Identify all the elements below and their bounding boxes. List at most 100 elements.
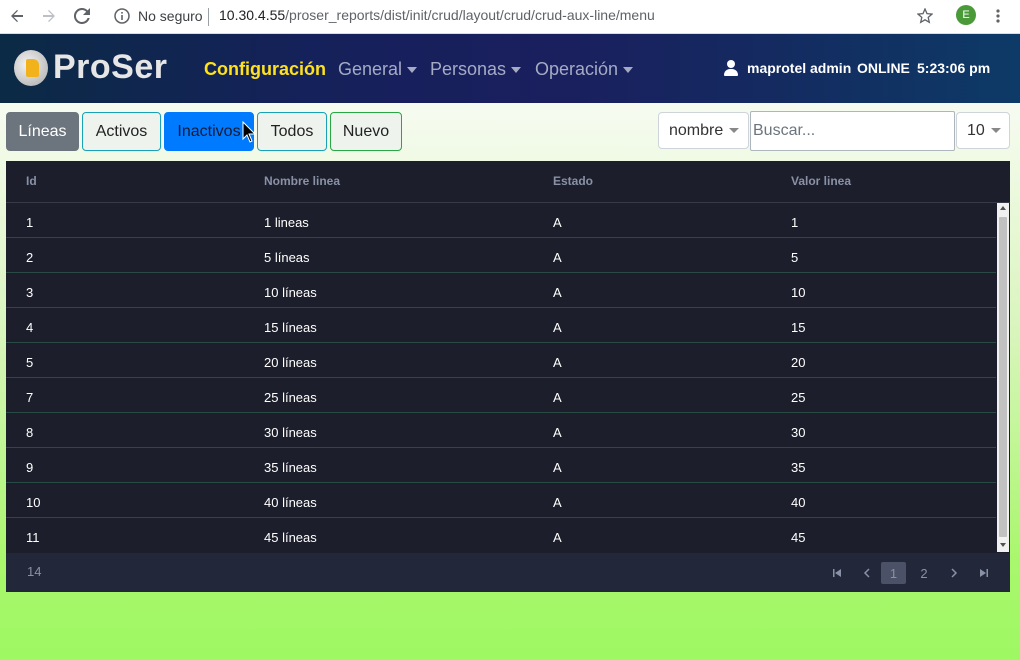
table-scrollbar[interactable] — [997, 203, 1009, 552]
cell-valor: 30 — [791, 425, 806, 440]
nav-general[interactable]: General — [338, 59, 418, 80]
cell-nombre: 20 líneas — [264, 355, 317, 370]
lineas-button[interactable]: Líneas — [6, 112, 79, 151]
forward-arrow-icon[interactable] — [40, 7, 58, 25]
todos-button[interactable]: Todos — [257, 112, 327, 151]
first-page-icon[interactable] — [826, 562, 848, 584]
cell-valor: 35 — [791, 460, 806, 475]
search-field-select[interactable]: nombre — [658, 112, 749, 149]
security-label[interactable]: No seguro — [138, 8, 203, 24]
cell-valor: 20 — [791, 355, 806, 370]
browser-toolbar: No seguro 10.30.4.55/proser_reports/dist… — [0, 0, 1020, 34]
online-status: ONLINE — [857, 60, 910, 76]
nuevo-button[interactable]: Nuevo — [330, 112, 402, 151]
cell-valor: 5 — [791, 250, 799, 265]
info-icon[interactable] — [113, 7, 131, 25]
cell-id: 7 — [26, 390, 34, 405]
cell-valor: 40 — [791, 495, 806, 510]
cell-id: 8 — [26, 425, 34, 440]
prev-page-icon[interactable] — [856, 562, 878, 584]
table-row[interactable]: 11 45 líneas A 45 — [6, 518, 996, 553]
caret-down-icon — [623, 67, 634, 74]
cell-nombre: 15 líneas — [264, 320, 317, 335]
column-header-id[interactable]: Id — [26, 174, 37, 188]
page-button[interactable]: 1 — [881, 562, 906, 584]
page-size-value: 10 — [967, 121, 985, 139]
column-header-estado[interactable]: Estado — [553, 174, 593, 188]
inactivos-button[interactable]: Inactivos — [164, 112, 254, 151]
nav-label: Configuración — [204, 59, 326, 79]
table-row[interactable]: 1 1 lineas A 1 — [6, 203, 996, 238]
user-name[interactable]: maprotel admin — [747, 60, 851, 76]
cell-estado: A — [553, 530, 562, 545]
cell-valor: 45 — [791, 530, 806, 545]
cell-id: 4 — [26, 320, 34, 335]
cell-estado: A — [553, 285, 562, 300]
table-row[interactable]: 5 20 líneas A 20 — [6, 343, 996, 378]
nav-operacion[interactable]: Operación — [535, 59, 634, 80]
cell-valor: 1 — [791, 215, 799, 230]
cell-estado: A — [553, 215, 562, 230]
cell-nombre: 5 líneas — [264, 250, 310, 265]
clock-time: 5:23:06 pm — [917, 60, 991, 76]
table-row[interactable]: 10 40 líneas A 40 — [6, 483, 996, 518]
nav-personas[interactable]: Personas — [430, 59, 522, 80]
caret-down-icon — [511, 67, 522, 74]
nav-configuracion[interactable]: Configuración — [204, 59, 326, 80]
cell-nombre: 10 líneas — [264, 285, 317, 300]
table-header: Id Nombre linea Estado Valor linea — [6, 161, 1010, 203]
nav-label: Operación — [535, 59, 619, 79]
cell-nombre: 35 líneas — [264, 460, 317, 475]
cell-estado: A — [553, 320, 562, 335]
cell-id: 9 — [26, 460, 34, 475]
column-header-nombre[interactable]: Nombre linea — [264, 174, 340, 188]
activos-button[interactable]: Activos — [82, 112, 161, 151]
next-page-icon[interactable] — [943, 562, 965, 584]
table-row[interactable]: 2 5 líneas A 5 — [6, 238, 996, 273]
reload-icon[interactable] — [73, 7, 91, 25]
search-input[interactable] — [750, 111, 955, 151]
nav-label: General — [338, 59, 403, 79]
caret-down-icon — [729, 128, 740, 133]
search-field-value: nombre — [669, 121, 724, 139]
bookmark-star-icon[interactable] — [916, 7, 934, 25]
cell-id: 10 — [26, 495, 41, 510]
url-host: 10.30.4.55 — [219, 7, 286, 23]
column-header-valor[interactable]: Valor linea — [791, 174, 851, 188]
total-count: 14 — [27, 564, 42, 579]
last-page-icon[interactable] — [973, 562, 995, 584]
proser-logo-icon[interactable] — [14, 50, 48, 86]
cell-nombre: 1 lineas — [264, 215, 309, 230]
cell-estado: A — [553, 250, 562, 265]
table-row[interactable]: 7 25 líneas A 25 — [6, 378, 996, 413]
logo-text[interactable]: ProSer — [53, 48, 168, 87]
table-row[interactable]: 4 15 líneas A 15 — [6, 308, 996, 343]
cell-nombre: 45 líneas — [264, 530, 317, 545]
scrollbar-thumb[interactable] — [999, 217, 1007, 537]
table-row[interactable]: 8 30 líneas A 30 — [6, 413, 996, 448]
table-body: 1 1 lineas A 1 2 5 líneas A 5 3 10 línea… — [6, 203, 996, 553]
scroll-up-arrow-icon[interactable] — [1000, 206, 1006, 210]
cell-id: 2 — [26, 250, 34, 265]
url-path: /proser_reports/dist/init/crud/layout/cr… — [285, 7, 655, 23]
page-size-select[interactable]: 10 — [956, 112, 1010, 149]
scroll-down-arrow-icon[interactable] — [1000, 543, 1006, 547]
profile-avatar[interactable]: E — [956, 5, 976, 25]
nav-label: Personas — [430, 59, 507, 79]
cell-valor: 25 — [791, 390, 806, 405]
url-separator — [208, 8, 209, 26]
page-button[interactable]: 2 — [913, 562, 935, 584]
cell-estado: A — [553, 355, 562, 370]
address-bar[interactable]: 10.30.4.55/proser_reports/dist/init/crud… — [219, 7, 655, 23]
back-arrow-icon[interactable] — [8, 7, 26, 25]
caret-down-icon — [407, 67, 418, 74]
kebab-menu-icon[interactable] — [989, 7, 1007, 25]
cell-id: 1 — [26, 215, 34, 230]
user-icon — [724, 60, 738, 76]
table-row[interactable]: 3 10 líneas A 10 — [6, 273, 996, 308]
cell-id: 11 — [26, 530, 40, 545]
cell-id: 5 — [26, 355, 34, 370]
cell-nombre: 30 líneas — [264, 425, 317, 440]
table-footer: 14 1 2 — [6, 553, 1010, 592]
table-row[interactable]: 9 35 líneas A 35 — [6, 448, 996, 483]
